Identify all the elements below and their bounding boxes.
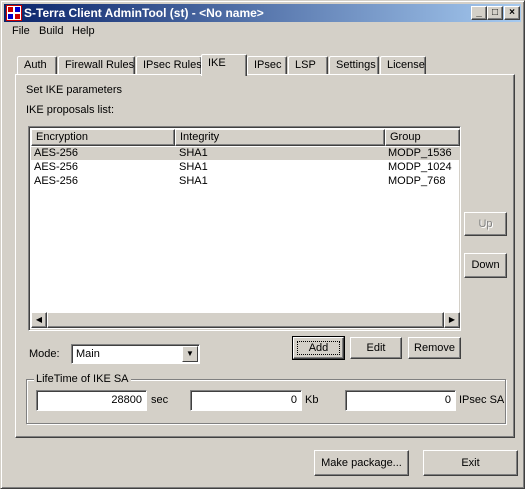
lifetime-legend: LifeTime of IKE SA <box>34 373 131 385</box>
seconds-unit-label: sec <box>151 394 169 406</box>
tab-license[interactable]: License <box>380 56 426 75</box>
tab-firewall-rules[interactable]: Firewall Rules <box>58 56 135 75</box>
menu-help[interactable]: Help <box>67 25 100 37</box>
window-title: S-Terra Client AdminTool (st) - <No name… <box>24 6 264 20</box>
lifetime-ipsec-sa-field[interactable]: 0 <box>345 390 456 411</box>
scroll-left-icon[interactable]: ◀ <box>31 312 47 328</box>
minimize-button[interactable]: _ <box>471 6 487 20</box>
mode-select[interactable]: Main ▼ <box>71 344 200 364</box>
ike-proposals-list[interactable]: Encryption Integrity Group AES-256 SHA1 … <box>28 126 461 331</box>
tab-ike[interactable]: IKE <box>201 54 247 76</box>
remove-button[interactable]: Remove <box>408 337 461 359</box>
table-row[interactable]: AES-256 SHA1 MODP_768 <box>31 175 460 188</box>
lifetime-kb-field[interactable]: 0 <box>190 390 302 411</box>
up-button[interactable]: Up <box>464 212 507 236</box>
tab-auth[interactable]: Auth <box>17 56 57 75</box>
ipsec-sa-unit-label: IPsec SA <box>459 394 505 406</box>
focus-ring <box>297 341 340 355</box>
column-group[interactable]: Group <box>385 129 460 146</box>
cell-integrity: SHA1 <box>179 161 208 173</box>
panel-heading: Set IKE parameters <box>26 84 122 96</box>
main-window: S-Terra Client AdminTool (st) - <No name… <box>0 0 525 489</box>
scroll-thumb[interactable] <box>47 312 444 328</box>
list-header: Encryption Integrity Group <box>31 129 460 146</box>
tab-settings[interactable]: Settings <box>329 56 379 75</box>
menu-build[interactable]: Build <box>34 25 68 37</box>
horizontal-scrollbar[interactable]: ◀ ▶ <box>31 312 460 328</box>
cell-encryption: AES-256 <box>34 147 79 159</box>
menu-file[interactable]: File <box>7 25 35 37</box>
tab-ipsec-rules[interactable]: IPsec Rules <box>136 56 202 75</box>
proposals-list-label: IKE proposals list: <box>26 104 115 116</box>
cell-group: MODP_768 <box>388 175 446 187</box>
make-package-button[interactable]: Make package... <box>314 450 409 476</box>
mode-label: Mode: <box>29 348 60 360</box>
maximize-button[interactable]: □ <box>487 6 503 20</box>
cell-integrity: SHA1 <box>179 175 208 187</box>
cell-group: MODP_1536 <box>388 147 452 159</box>
app-icon[interactable] <box>6 5 22 21</box>
edit-button[interactable]: Edit <box>350 337 402 359</box>
mode-select-value: Main <box>76 348 100 360</box>
table-row[interactable]: AES-256 SHA1 MODP_1024 <box>31 161 460 174</box>
column-integrity[interactable]: Integrity <box>175 129 385 146</box>
chevron-down-icon[interactable]: ▼ <box>182 346 198 362</box>
cell-encryption: AES-256 <box>34 175 79 187</box>
menu-bar: File Build Help <box>4 23 521 41</box>
add-button[interactable]: Add <box>292 336 345 360</box>
cell-group: MODP_1024 <box>388 161 452 173</box>
title-bar[interactable]: S-Terra Client AdminTool (st) - <No name… <box>4 4 521 22</box>
cell-encryption: AES-256 <box>34 161 79 173</box>
table-row[interactable]: AES-256 SHA1 MODP_1536 <box>31 147 460 160</box>
tab-strip: Auth Firewall Rules IPsec Rules IKE IPse… <box>15 54 515 76</box>
scroll-right-icon[interactable]: ▶ <box>444 312 460 328</box>
column-encryption[interactable]: Encryption <box>31 129 175 146</box>
tab-ipsec[interactable]: IPsec <box>247 56 287 75</box>
tab-lsp[interactable]: LSP <box>288 56 328 75</box>
exit-button[interactable]: Exit <box>423 450 518 476</box>
kb-unit-label: Kb <box>305 394 319 406</box>
cell-integrity: SHA1 <box>179 147 208 159</box>
lifetime-seconds-field[interactable]: 28800 <box>36 390 147 411</box>
close-button[interactable]: × <box>504 6 520 20</box>
down-button[interactable]: Down <box>464 253 507 278</box>
